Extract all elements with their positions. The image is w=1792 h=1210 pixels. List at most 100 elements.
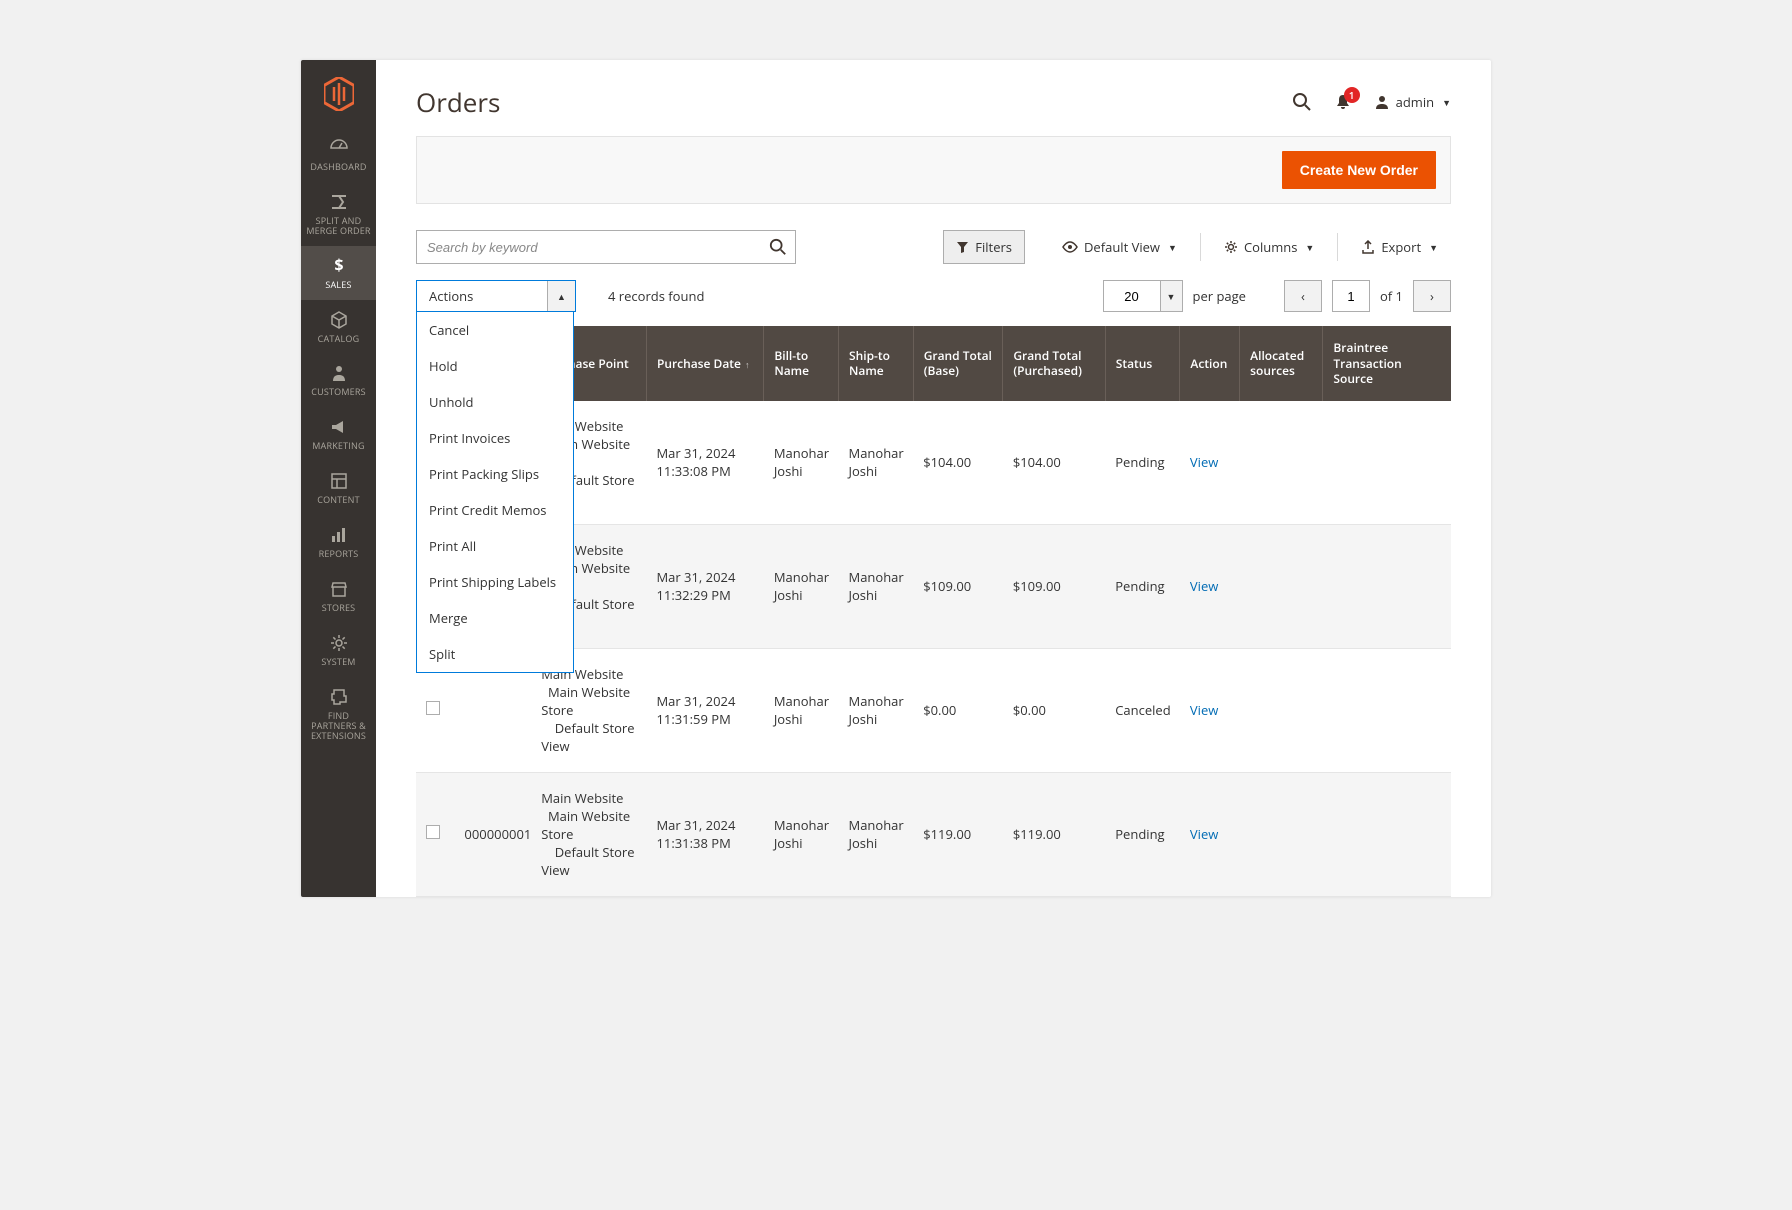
table-cell: $104.00 [913, 401, 1003, 524]
sidebar-item-marketing[interactable]: MARKETING [301, 407, 376, 461]
column-header[interactable]: Braintree Transaction Source [1323, 326, 1451, 401]
search-input[interactable] [417, 240, 761, 255]
table-cell: Manohar Joshi [764, 772, 839, 896]
gear-icon [1224, 240, 1238, 254]
table-cell [1323, 401, 1451, 524]
nav-label: REPORTS [319, 549, 359, 559]
user-name: admin [1396, 93, 1434, 111]
dashboard-icon [329, 138, 349, 158]
view-link[interactable]: View [1190, 701, 1218, 719]
column-header[interactable]: Status [1105, 326, 1180, 401]
export-button[interactable]: Export ▼ [1348, 230, 1451, 264]
table-cell: $119.00 [1003, 772, 1105, 896]
create-order-button[interactable]: Create New Order [1282, 151, 1436, 189]
chevron-down-icon: ▼ [1167, 290, 1176, 303]
row-checkbox[interactable] [426, 701, 440, 715]
chevron-down-icon: ▼ [1429, 241, 1438, 254]
layout-icon [329, 471, 349, 491]
sidebar-item-system[interactable]: SYSTEM [301, 623, 376, 677]
column-header[interactable]: Ship-to Name [839, 326, 914, 401]
bars-icon [329, 525, 349, 545]
table-cell: Pending [1105, 772, 1180, 896]
action-menu-item-cancel[interactable]: Cancel [417, 312, 573, 348]
column-header[interactable]: Allocated sources [1240, 326, 1323, 401]
table-cell: Manohar Joshi [839, 648, 914, 772]
table-cell [416, 772, 454, 896]
view-link[interactable]: View [1190, 577, 1218, 595]
split-icon [329, 192, 349, 212]
search-icon [769, 238, 787, 256]
sidebar-item-reports[interactable]: REPORTS [301, 515, 376, 569]
table-cell: Manohar Joshi [764, 648, 839, 772]
sidebar-item-sales[interactable]: $SALES [301, 246, 376, 300]
sidebar-item-dashboard[interactable]: DASHBOARD [301, 128, 376, 182]
logo[interactable] [301, 60, 376, 128]
actions-dropdown[interactable]: Actions ▲ [416, 280, 576, 312]
column-header[interactable]: Purchase Date↑ [646, 326, 763, 401]
column-header[interactable]: Action [1180, 326, 1240, 401]
action-menu-item-print-all[interactable]: Print All [417, 528, 573, 564]
view-link[interactable]: View [1190, 825, 1218, 843]
search-box [416, 230, 796, 264]
search-button[interactable] [1292, 92, 1312, 112]
notifications-button[interactable]: 1 [1334, 93, 1352, 111]
eye-icon [1062, 241, 1078, 253]
action-menu-item-print-credit-memos[interactable]: Print Credit Memos [417, 492, 573, 528]
table-cell: Mar 31, 2024 11:31:38 PM [646, 772, 763, 896]
action-menu-item-split[interactable]: Split [417, 636, 573, 672]
next-page-button[interactable]: › [1413, 280, 1451, 312]
table-cell: View [1180, 401, 1240, 524]
action-menu-item-hold[interactable]: Hold [417, 348, 573, 384]
actions-toggle[interactable]: ▲ [547, 281, 575, 311]
sidebar-item-content[interactable]: CONTENT [301, 461, 376, 515]
storefront-icon [329, 579, 349, 599]
sidebar-item-find-partners-extensions[interactable]: FIND PARTNERS & EXTENSIONS [301, 677, 376, 751]
table-cell: Mar 31, 2024 11:32:29 PM [646, 524, 763, 648]
column-header[interactable]: Bill-to Name [764, 326, 839, 401]
sidebar-item-split-and-merge-order[interactable]: SPLIT AND MERGE ORDER [301, 182, 376, 246]
search-submit[interactable] [761, 238, 795, 256]
column-header[interactable]: Grand Total (Base) [913, 326, 1003, 401]
action-menu-item-print-invoices[interactable]: Print Invoices [417, 420, 573, 456]
actions-label: Actions [417, 287, 547, 305]
svg-text:$: $ [334, 256, 343, 276]
table-cell: Manohar Joshi [764, 524, 839, 648]
prev-page-button[interactable]: ‹ [1284, 280, 1322, 312]
table-cell: View [1180, 524, 1240, 648]
cube-icon [329, 310, 349, 330]
default-view-button[interactable]: Default View ▼ [1049, 230, 1190, 264]
column-header[interactable]: Grand Total (Purchased) [1003, 326, 1105, 401]
sidebar-item-customers[interactable]: CUSTOMERS [301, 353, 376, 407]
page-number-input[interactable] [1332, 280, 1370, 312]
chevron-right-icon: › [1430, 287, 1434, 305]
gear-icon [329, 633, 349, 653]
action-menu-item-print-packing-slips[interactable]: Print Packing Slips [417, 456, 573, 492]
table-cell: 000000001 [454, 772, 531, 896]
table-cell [1323, 648, 1451, 772]
table-cell [1240, 401, 1323, 524]
row-checkbox[interactable] [426, 825, 440, 839]
table-cell: Mar 31, 2024 11:31:59 PM [646, 648, 763, 772]
action-menu-item-print-shipping-labels[interactable]: Print Shipping Labels [417, 564, 573, 600]
view-link[interactable]: View [1190, 453, 1218, 471]
sidebar-item-catalog[interactable]: CATALOG [301, 300, 376, 354]
filters-button[interactable]: Filters [943, 230, 1025, 264]
sidebar: DASHBOARDSPLIT AND MERGE ORDER$SALESCATA… [301, 60, 376, 897]
table-cell: Pending [1105, 401, 1180, 524]
action-menu-item-unhold[interactable]: Unhold [417, 384, 573, 420]
page-size-input[interactable] [1103, 280, 1161, 312]
separator [1200, 233, 1201, 261]
nav-label: FIND PARTNERS & EXTENSIONS [305, 711, 372, 741]
nav-label: MARKETING [312, 441, 364, 451]
per-page-label: per page [1193, 287, 1246, 305]
default-view-label: Default View [1084, 238, 1160, 256]
sidebar-item-stores[interactable]: STORES [301, 569, 376, 623]
action-menu-item-merge[interactable]: Merge [417, 600, 573, 636]
table-cell [1323, 772, 1451, 896]
user-menu[interactable]: admin ▼ [1374, 93, 1451, 111]
page-size-toggle[interactable]: ▼ [1161, 280, 1183, 312]
table-cell: Manohar Joshi [764, 401, 839, 524]
export-label: Export [1381, 238, 1421, 256]
action-bar: Create New Order [416, 136, 1451, 204]
columns-button[interactable]: Columns ▼ [1211, 230, 1327, 264]
